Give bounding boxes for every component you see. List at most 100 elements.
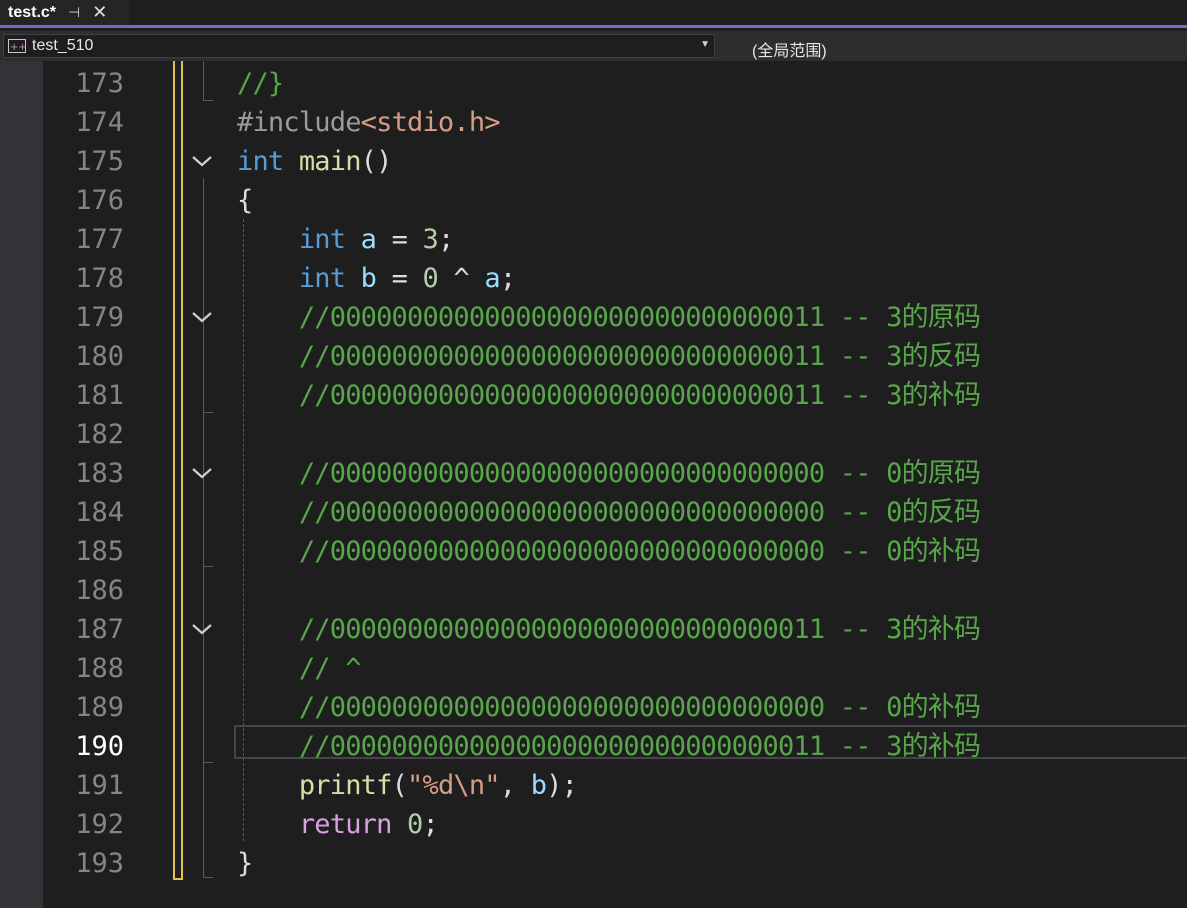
code-line[interactable]: 191 printf("%d\n", b);: [0, 766, 1187, 805]
code-line[interactable]: 183 //00000000000000000000000000000000 -…: [0, 454, 1187, 493]
code-token: );: [546, 770, 578, 801]
close-icon[interactable]: ✕: [92, 2, 107, 23]
code-editor[interactable]: 173//} 174 #include<stdio.h> 175 int main() 1…: [0, 61, 1187, 908]
line-number: 190: [75, 731, 124, 762]
code-token: a: [360, 224, 377, 255]
code-token: //00000000000000000000000000000000 -- 0的…: [298, 497, 981, 528]
project-dropdown[interactable]: ++ test_510 ▼: [3, 34, 715, 58]
code-text: //00000000000000000000000000000011 -- 3的…: [237, 298, 981, 337]
code-token: int: [298, 263, 346, 294]
code-line[interactable]: 178 int b = 0 ^ a;: [0, 259, 1187, 298]
code-token: //00000000000000000000000000000000 -- 0的…: [298, 692, 981, 723]
code-token: 0: [407, 809, 423, 840]
code-line[interactable]: 176 {: [0, 181, 1187, 220]
tab-test-c[interactable]: test.c* ⊣ ✕: [0, 0, 130, 25]
code-token: b: [360, 263, 377, 294]
line-number: 180: [75, 341, 124, 372]
code-line[interactable]: 185 //00000000000000000000000000000000 -…: [0, 532, 1187, 571]
code-text: printf("%d\n", b);: [237, 766, 578, 805]
code-token: <stdio.h>: [360, 107, 501, 138]
code-line[interactable]: 173 //}: [0, 64, 1187, 103]
line-number: 173: [75, 68, 124, 99]
line-number: 181: [75, 380, 124, 411]
code-line[interactable]: 180 //00000000000000000000000000000011 -…: [0, 337, 1187, 376]
fold-chevron-icon[interactable]: [190, 151, 214, 171]
line-number: 187: [75, 614, 124, 645]
code-line[interactable]: 175 int main(): [0, 142, 1187, 181]
line-number: 191: [75, 770, 124, 801]
code-line[interactable]: 188 // ^: [0, 649, 1187, 688]
code-line[interactable]: 184 //00000000000000000000000000000000 -…: [0, 493, 1187, 532]
code-token: ;: [422, 809, 439, 840]
line-number: 177: [75, 224, 124, 255]
code-text: int a = 3;: [237, 220, 454, 259]
line-number: 176: [75, 185, 124, 216]
code-line[interactable]: 192 return 0;: [0, 805, 1187, 844]
code-text: //00000000000000000000000000000000 -- 0的…: [237, 532, 981, 571]
code-token: =: [376, 224, 423, 255]
code-token: ^: [437, 263, 485, 294]
tab-title[interactable]: test.c*: [8, 4, 56, 22]
code-token: //00000000000000000000000000000000 -- 0的…: [298, 536, 981, 567]
code-text: }: [237, 844, 253, 883]
code-token: // ^: [298, 653, 362, 684]
code-token: int: [298, 224, 346, 255]
line-number: 183: [75, 458, 124, 489]
code-line[interactable]: 174 #include<stdio.h>: [0, 103, 1187, 142]
code-line[interactable]: 187 //00000000000000000000000000000011 -…: [0, 610, 1187, 649]
code-line[interactable]: 181 //00000000000000000000000000000011 -…: [0, 376, 1187, 415]
navigation-bar: ++ test_510 ▼ (全局范围): [0, 31, 1187, 61]
chevron-down-icon[interactable]: ▼: [700, 39, 710, 50]
scope-dropdown[interactable]: (全局范围): [752, 37, 827, 61]
code-text: //00000000000000000000000000000000 -- 0的…: [237, 454, 981, 493]
code-line[interactable]: 186: [0, 571, 1187, 610]
code-text: //00000000000000000000000000000011 -- 3的…: [237, 610, 981, 649]
line-number: 174: [75, 107, 124, 138]
line-number: 185: [75, 536, 124, 567]
code-token: ,: [499, 770, 531, 801]
code-token: a: [484, 263, 500, 294]
code-token: 0: [422, 263, 439, 294]
code-token: int: [237, 146, 284, 177]
code-token: ;: [499, 263, 516, 294]
fold-chevron-icon[interactable]: [190, 619, 214, 639]
code-line[interactable]: 193}: [0, 844, 1187, 883]
code-line[interactable]: 182: [0, 415, 1187, 454]
code-token: printf: [298, 770, 393, 801]
code-line[interactable]: 179 //00000000000000000000000000000011 -…: [0, 298, 1187, 337]
fold-chevron-icon[interactable]: [190, 307, 214, 327]
line-number: 178: [75, 263, 124, 294]
line-number: 188: [75, 653, 124, 684]
code-line[interactable]: 189 //00000000000000000000000000000000 -…: [0, 688, 1187, 727]
code-text: int b = 0 ^ a;: [237, 259, 516, 298]
fold-chevron-icon[interactable]: [190, 463, 214, 483]
code-text: // ^: [237, 649, 362, 688]
code-text: {: [237, 181, 253, 220]
pin-icon[interactable]: ⊣: [68, 4, 80, 21]
code-text: //00000000000000000000000000000000 -- 0的…: [237, 688, 981, 727]
code-token: //00000000000000000000000000000011 -- 3的…: [298, 302, 981, 333]
code-text: //00000000000000000000000000000011 -- 3的…: [237, 376, 981, 415]
code-line[interactable]: 190 //00000000000000000000000000000011 -…: [0, 727, 1187, 766]
code-token: //00000000000000000000000000000011 -- 3的…: [298, 731, 981, 762]
code-token: {: [237, 185, 253, 216]
code-token: }: [237, 848, 253, 879]
line-number: 184: [75, 497, 124, 528]
code-token: //00000000000000000000000000000000 -- 0的…: [298, 458, 981, 489]
code-token: =: [376, 263, 423, 294]
code-line[interactable]: 177 int a = 3;: [0, 220, 1187, 259]
